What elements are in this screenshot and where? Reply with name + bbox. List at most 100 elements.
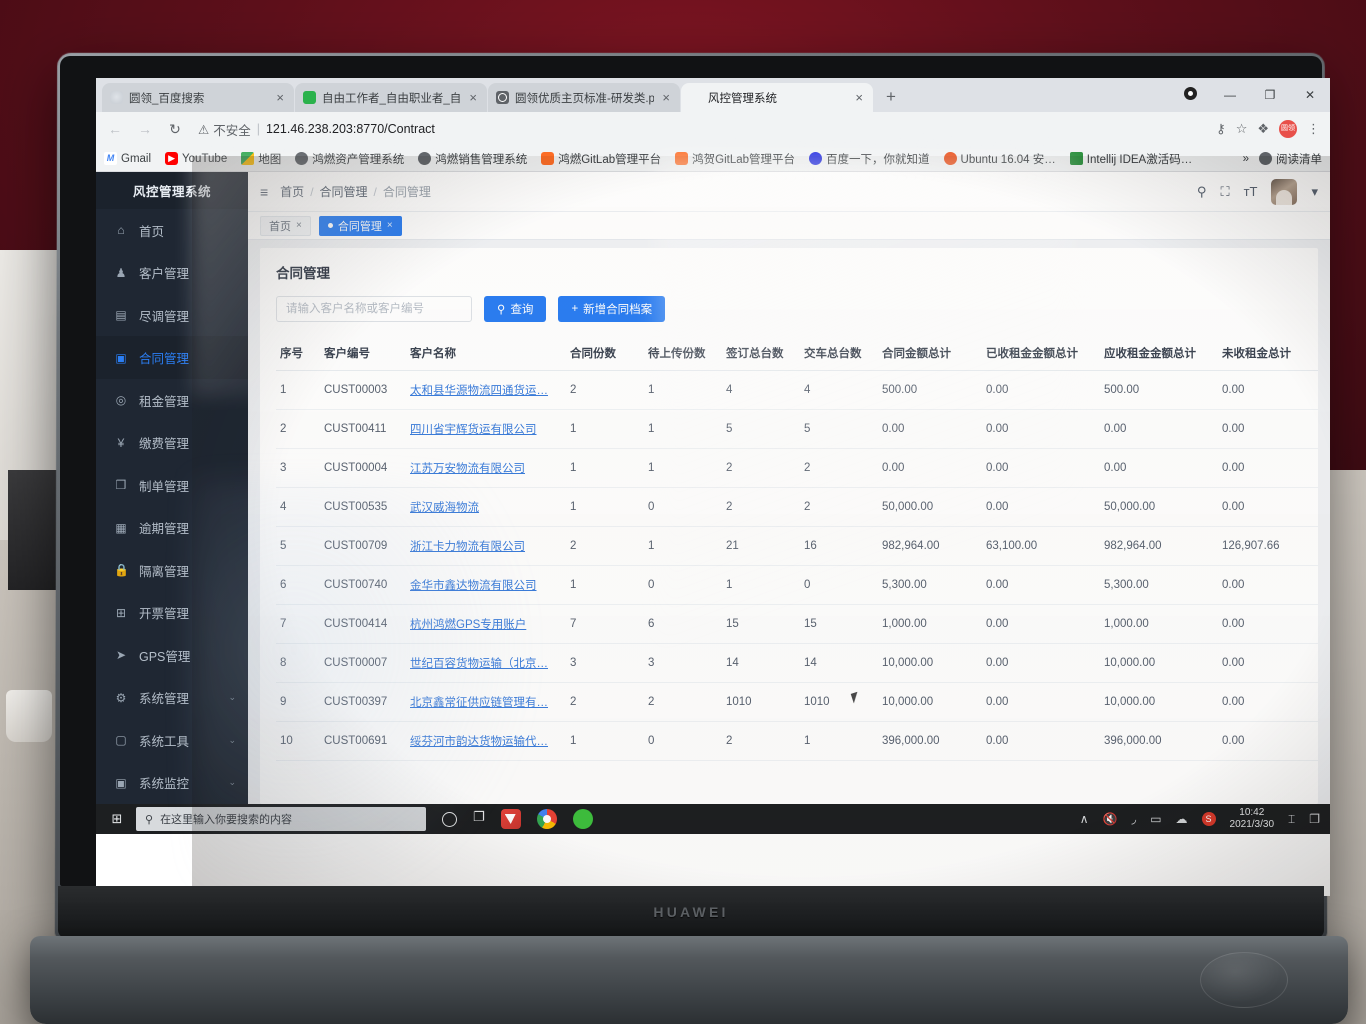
window-maximize-button[interactable]: ❐ (1250, 88, 1290, 102)
customer-name-link[interactable]: 武汉威海物流 (410, 502, 479, 514)
bookmark-item[interactable]: 百度一下，你就知道 (809, 151, 930, 167)
table-row[interactable]: 4 CUST00535 武汉威海物流 1 0 2 2 50,000.00 0.00 50,000.… (276, 488, 1318, 527)
customer-name-link[interactable]: 世纪百容货物运输（北京… (410, 658, 548, 670)
cell-name[interactable]: 杭州鸿燃GPS专用账户 (406, 605, 566, 644)
sidebar-item-overdue[interactable]: ▦ 逾期管理 (96, 506, 248, 549)
tab-close-icon[interactable]: × (274, 91, 286, 104)
cell-name[interactable]: 武汉威海物流 (406, 488, 566, 527)
customer-name-link[interactable]: 绥芬河市韵达货物运输代… (410, 736, 548, 748)
sidebar-item-payment[interactable]: ¥ 缴费管理 (96, 421, 248, 464)
customer-name-link[interactable]: 浙江卡力物流有限公司 (410, 541, 525, 553)
browser-tab[interactable]: 圆领_百度搜索 × (102, 83, 294, 112)
reading-list-button[interactable]: 阅读清单 (1259, 151, 1322, 167)
sidebar-item-system-management[interactable]: ⚙ 系统管理 ⌄ (96, 676, 248, 719)
chevron-down-icon[interactable]: ▾ (1311, 184, 1318, 200)
sidebar-item-gps[interactable]: ➤ GPS管理 (96, 634, 248, 677)
address-bar[interactable]: ⚠ 不安全 | 121.46.238.203:8770/Contract (194, 117, 1208, 141)
tab-close-icon[interactable]: × (660, 91, 672, 104)
bookmark-item[interactable]: 鸿燃销售管理系统 (418, 151, 527, 167)
sidebar-item-system-tools[interactable]: ▢ 系统工具 ⌄ (96, 719, 248, 762)
table-row[interactable]: 2 CUST00411 四川省宇辉货运有限公司 1 1 5 5 0.00 0.00 0.00 0.0… (276, 410, 1318, 449)
avatar[interactable] (1271, 179, 1297, 205)
table-row[interactable]: 9 CUST00397 北京鑫常征供应链管理有… 2 2 1010 1010 10,000.0… (276, 683, 1318, 722)
sidebar-item-invoice[interactable]: ⊞ 开票管理 (96, 591, 248, 634)
sidebar-item-isolation[interactable]: 🔒 隔离管理 (96, 549, 248, 592)
bookmark-star-icon[interactable]: ☆ (1236, 121, 1248, 137)
customer-name-link[interactable]: 金华市鑫达物流有限公司 (410, 580, 537, 592)
font-size-icon[interactable]: ᴛT (1244, 184, 1258, 199)
new-tab-button[interactable]: + (874, 87, 908, 107)
extensions-icon[interactable]: ❖ (1257, 121, 1269, 137)
taskbar-search[interactable]: ⚲ 在这里输入你要搜索的内容 (136, 807, 426, 831)
clock[interactable]: 10:42 2021/3/30 (1230, 807, 1275, 832)
sidebar-item-due-diligence[interactable]: ▤ 尽调管理 (96, 294, 248, 337)
customer-name-link[interactable]: 四川省宇辉货运有限公司 (410, 424, 537, 436)
cortana-icon[interactable] (442, 812, 457, 827)
browser-tab-active[interactable]: 风控管理系统 × (681, 83, 873, 112)
customer-name-link[interactable]: 北京鑫常征供应链管理有… (410, 697, 548, 709)
sidebar-item-home[interactable]: ⌂ 首页 (96, 209, 248, 252)
cell-name[interactable]: 浙江卡力物流有限公司 (406, 527, 566, 566)
sogou-icon[interactable]: S (1202, 812, 1216, 826)
customer-name-link[interactable]: 太和县华源物流四通货运… (410, 385, 548, 397)
bookmark-item[interactable]: 地图 (241, 151, 281, 167)
cell-name[interactable]: 太和县华源物流四通货运… (406, 371, 566, 410)
add-contract-button[interactable]: + 新增合同档案 (558, 296, 665, 322)
sidebar-item-rent[interactable]: ◎ 租金管理 (96, 379, 248, 422)
cell-name[interactable]: 金华市鑫达物流有限公司 (406, 566, 566, 605)
tab-close-icon[interactable]: × (853, 91, 865, 104)
customer-name-link[interactable]: 江苏万安物流有限公司 (410, 463, 525, 475)
onedrive-icon[interactable]: ☁ (1176, 812, 1188, 826)
bookmark-item[interactable]: 鸿贺GitLab管理平台 (675, 151, 795, 167)
cell-name[interactable]: 绥芬河市韵达货物运输代… (406, 722, 566, 761)
window-minimize-button[interactable]: — (1210, 88, 1250, 102)
wechat-icon[interactable] (573, 809, 593, 829)
table-row[interactable]: 1 CUST00003 太和县华源物流四通货运… 2 1 4 4 500.00 0.00 500.… (276, 371, 1318, 410)
window-close-button[interactable]: ✕ (1290, 88, 1330, 102)
cell-name[interactable]: 北京鑫常征供应链管理有… (406, 683, 566, 722)
chrome-profile-badge-icon[interactable] (1170, 87, 1210, 103)
cell-name[interactable]: 四川省宇辉货运有限公司 (406, 410, 566, 449)
battery-icon[interactable]: ▭ (1150, 812, 1161, 826)
sidebar-item-contracts[interactable]: ▣ 合同管理 (96, 336, 248, 379)
tab-close-icon[interactable]: × (387, 220, 393, 231)
reload-icon[interactable]: ↻ (164, 121, 186, 138)
browser-tab[interactable]: 圆领优质主页标准-研发类.pdf × (488, 83, 680, 112)
bookmark-item[interactable]: Ubuntu 16.04 安… (944, 151, 1056, 167)
task-view-icon[interactable]: ❐ (473, 809, 485, 829)
bookmark-item[interactable]: ▶ YouTube (165, 152, 227, 165)
tab-contract-management[interactable]: 合同管理 × (319, 216, 402, 236)
breadcrumb-item-module[interactable]: 合同管理 (320, 183, 368, 200)
hamburger-menu-icon[interactable]: ≡ (260, 184, 268, 200)
cell-name[interactable]: 世纪百容货物运输（北京… (406, 644, 566, 683)
table-row[interactable]: 8 CUST00007 世纪百容货物运输（北京… 3 3 14 14 10,000.00 0.0… (276, 644, 1318, 683)
browser-tab[interactable]: 自由工作者_自由职业者_自由工… × (295, 83, 487, 112)
sidebar-item-customers[interactable]: ♟ 客户管理 (96, 251, 248, 294)
sidebar-item-system-monitor[interactable]: ▣ 系统监控 ⌄ (96, 761, 248, 804)
cell-name[interactable]: 江苏万安物流有限公司 (406, 449, 566, 488)
sidebar-item-documents[interactable]: ❒ 制单管理 (96, 464, 248, 507)
back-icon[interactable]: ← (104, 121, 126, 137)
volume-icon[interactable]: 🔇 (1103, 812, 1118, 826)
password-key-icon[interactable]: ⚷ (1216, 121, 1226, 137)
query-button[interactable]: ⚲ 查询 (484, 296, 546, 322)
bookmark-item[interactable]: M Gmail (104, 152, 151, 165)
tab-close-icon[interactable]: × (296, 220, 302, 231)
wps-icon[interactable] (501, 809, 521, 829)
customer-name-link[interactable]: 杭州鸿燃GPS专用账户 (410, 619, 526, 631)
security-warning[interactable]: ⚠ 不安全 (198, 120, 251, 139)
chevron-up-icon[interactable]: ∧ (1080, 812, 1089, 826)
bookmarks-overflow-icon[interactable]: » (1243, 153, 1249, 165)
fullscreen-icon[interactable]: ⛶ (1220, 184, 1229, 200)
chrome-profile-avatar[interactable]: 圆领 (1279, 120, 1297, 138)
table-row[interactable]: 6 CUST00740 金华市鑫达物流有限公司 1 0 1 0 5,300.00 0.00 5,3… (276, 566, 1318, 605)
notification-icon[interactable]: ❐ (1309, 812, 1320, 826)
table-row[interactable]: 7 CUST00414 杭州鸿燃GPS专用账户 7 6 15 15 1,000.00 0.00 1… (276, 605, 1318, 644)
tab-close-icon[interactable]: × (467, 91, 479, 104)
bookmark-item[interactable]: 鸿燃资产管理系统 (295, 151, 404, 167)
windows-icon[interactable]: ⊞ (98, 811, 136, 827)
search-icon[interactable]: ⚲ (1197, 184, 1207, 200)
search-input[interactable] (276, 296, 472, 322)
breadcrumb-item-home[interactable]: 首页 (280, 183, 304, 200)
table-row[interactable]: 3 CUST00004 江苏万安物流有限公司 1 1 2 2 0.00 0.00 0.00 0.00 (276, 449, 1318, 488)
